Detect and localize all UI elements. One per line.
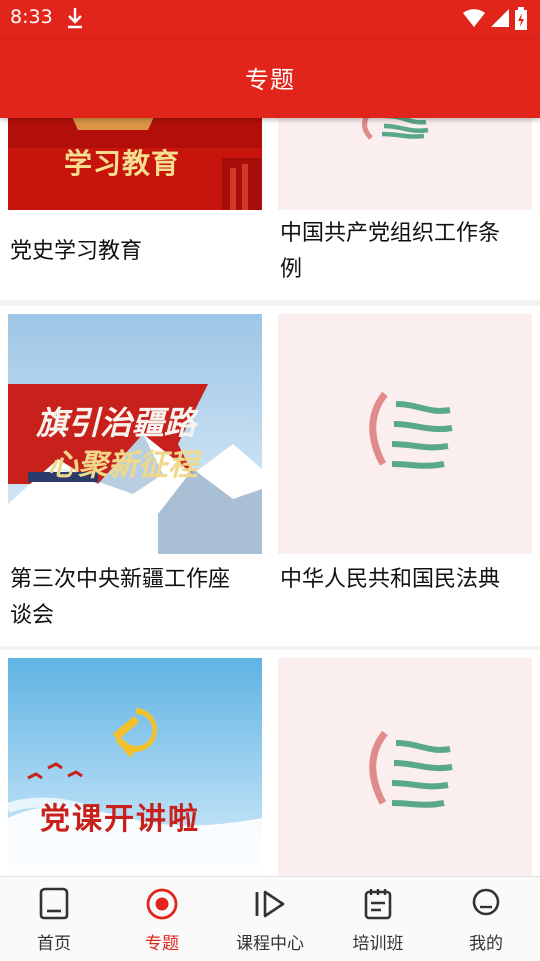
topic-card[interactable] bbox=[270, 650, 540, 876]
notebook-icon bbox=[364, 889, 392, 920]
topic-card[interactable]: 中国共产党组织工作条例 bbox=[270, 118, 540, 300]
card-image-slogan-2: 心聚新征程 bbox=[48, 448, 198, 483]
tab-topics[interactable]: 专题 bbox=[108, 877, 216, 961]
card-title: 第三次中央新疆工作座谈会 bbox=[10, 567, 231, 628]
topic-record-icon bbox=[146, 888, 178, 920]
card-image-caption: 学习教育 bbox=[64, 147, 181, 180]
card-image-party-history: 学习教育 bbox=[8, 118, 262, 210]
card-image-party-course: 党课开讲啦 bbox=[8, 658, 262, 876]
card-image-slogan-1: 旗引治疆路 bbox=[36, 404, 197, 442]
battery-charging-icon bbox=[514, 7, 528, 35]
card-image-placeholder bbox=[278, 658, 532, 876]
topic-card[interactable]: 学习教育 党史学习教育 bbox=[0, 118, 270, 300]
topic-card[interactable]: 党课开讲啦 bbox=[0, 650, 270, 876]
tab-training-class[interactable]: 培训班 bbox=[324, 877, 432, 961]
topic-card[interactable]: 旗引治疆路 心聚新征程 第三次中央新疆工作座谈会 bbox=[0, 306, 270, 646]
page-title: 专题 bbox=[245, 66, 295, 94]
wifi-icon bbox=[462, 8, 486, 32]
tab-label: 我的 bbox=[469, 934, 503, 954]
play-icon bbox=[255, 890, 285, 918]
bottom-tab-bar: 首页 专题 课程中心 培训班 我的 bbox=[0, 876, 540, 961]
tab-label: 课程中心 bbox=[236, 934, 304, 954]
home-icon bbox=[39, 887, 69, 920]
tab-course-center[interactable]: 课程中心 bbox=[216, 877, 324, 961]
title-bar: 专题 bbox=[0, 40, 540, 118]
tab-mine[interactable]: 我的 bbox=[432, 877, 540, 961]
download-icon bbox=[66, 6, 84, 34]
app-logo-icon bbox=[369, 730, 453, 808]
profile-icon bbox=[472, 888, 500, 916]
tab-label: 培训班 bbox=[352, 934, 404, 954]
card-image-caption: 党课开讲啦 bbox=[40, 802, 200, 837]
card-title: 党史学习教育 bbox=[10, 239, 143, 264]
signal-icon bbox=[490, 8, 510, 32]
topic-card[interactable]: 中华人民共和国民法典 bbox=[270, 306, 540, 646]
card-image-placeholder bbox=[278, 314, 532, 554]
app-logo-icon bbox=[362, 118, 429, 140]
card-image-placeholder bbox=[278, 118, 532, 210]
status-bar: 8:33 bbox=[0, 0, 540, 40]
app-logo-icon bbox=[369, 391, 453, 469]
tab-home[interactable]: 首页 bbox=[0, 877, 108, 961]
card-title: 中华人民共和国民法典 bbox=[280, 567, 501, 592]
topic-grid: 学习教育 党史学习教育 中国共产党组织工作条例 旗引治疆路 心聚新征程 第三次中… bbox=[0, 118, 540, 876]
card-image-xinjiang: 旗引治疆路 心聚新征程 bbox=[8, 314, 262, 554]
tab-label: 专题 bbox=[145, 934, 179, 954]
tab-label: 首页 bbox=[37, 934, 71, 954]
card-title: 中国共产党组织工作条例 bbox=[280, 221, 501, 282]
status-time: 8:33 bbox=[10, 6, 53, 28]
